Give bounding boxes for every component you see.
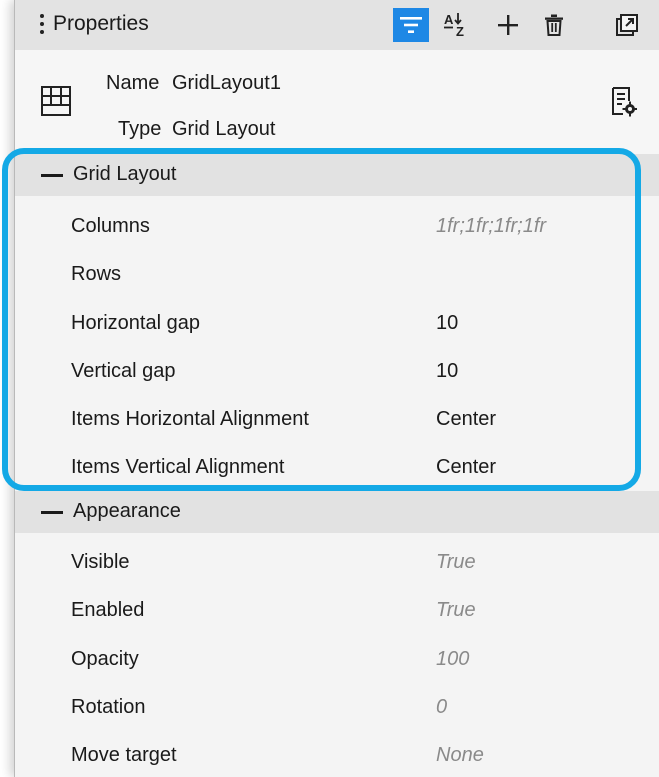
section-header-appearance[interactable]: Appearance	[15, 491, 659, 533]
add-button[interactable]	[490, 8, 526, 42]
property-name: Opacity	[71, 648, 139, 670]
property-row-items-horizontal-alignment[interactable]: Items Horizontal Alignment Center	[15, 395, 659, 443]
property-value[interactable]: Center	[436, 408, 496, 431]
collapse-icon	[41, 174, 63, 177]
property-name: Enabled	[71, 599, 145, 621]
property-value[interactable]: 10	[436, 360, 458, 383]
collapse-icon	[41, 511, 63, 514]
trash-icon	[545, 14, 563, 36]
component-info: Name GridLayout1 Type Grid Layout	[15, 50, 659, 154]
properties-panel: Properties A Z Name GridLayout1 Type Gri…	[14, 0, 659, 777]
property-row-vertical-gap[interactable]: Vertical gap 10	[15, 347, 659, 395]
type-value: Grid Layout	[172, 118, 276, 140]
sort-az-icon: A Z	[444, 12, 464, 39]
section-title: Grid Layout	[73, 163, 177, 185]
property-row-visible[interactable]: Visible True	[15, 538, 659, 586]
property-value[interactable]: 100	[436, 648, 469, 671]
grid-layout-icon	[41, 86, 71, 116]
property-name: Move target	[71, 744, 177, 766]
property-row-rotation[interactable]: Rotation 0	[15, 683, 659, 731]
property-value[interactable]: 10	[436, 312, 458, 335]
plus-icon	[498, 15, 518, 35]
property-row-rows[interactable]: Rows	[15, 250, 659, 298]
popout-button[interactable]	[609, 8, 645, 42]
property-name: Items Horizontal Alignment	[71, 408, 309, 430]
property-value[interactable]: True	[436, 599, 476, 622]
section-title: Appearance	[73, 500, 181, 522]
property-row-horizontal-gap[interactable]: Horizontal gap 10	[15, 299, 659, 347]
property-row-move-target[interactable]: Move target None	[15, 731, 659, 777]
property-name: Rotation	[71, 696, 146, 718]
settings-document-icon[interactable]	[611, 87, 637, 117]
property-value[interactable]: Center	[436, 456, 496, 479]
property-row-columns[interactable]: Columns 1fr;1fr;1fr;1fr	[15, 202, 659, 250]
panel-title-bar: Properties A Z	[15, 0, 659, 51]
drag-grip-icon[interactable]	[39, 14, 45, 34]
name-value: GridLayout1	[172, 72, 281, 94]
property-value[interactable]: 0	[436, 696, 447, 719]
popout-icon	[616, 14, 638, 36]
property-name: Horizontal gap	[71, 312, 200, 334]
svg-text:A: A	[444, 12, 454, 27]
property-value[interactable]: 1fr;1fr;1fr;1fr	[436, 215, 546, 238]
sort-alphabetical-button[interactable]: A Z	[439, 8, 475, 42]
property-name: Visible	[71, 551, 130, 573]
property-name: Items Vertical Alignment	[71, 456, 285, 478]
property-row-items-vertical-alignment[interactable]: Items Vertical Alignment Center	[15, 443, 659, 491]
section-header-grid-layout[interactable]: Grid Layout	[15, 154, 659, 196]
property-value[interactable]: None	[436, 744, 484, 767]
svg-text:Z: Z	[456, 24, 464, 39]
property-row-enabled[interactable]: Enabled True	[15, 586, 659, 634]
panel-title: Properties	[53, 12, 149, 35]
name-label: Name	[106, 72, 160, 94]
property-name: Vertical gap	[71, 360, 176, 382]
categorized-view-button[interactable]	[393, 8, 429, 42]
property-value[interactable]: True	[436, 551, 476, 574]
type-label: Type	[118, 118, 162, 140]
property-name: Columns	[71, 215, 150, 237]
delete-button[interactable]	[536, 8, 572, 42]
property-row-opacity[interactable]: Opacity 100	[15, 635, 659, 683]
list-filter-icon	[400, 17, 422, 33]
property-name: Rows	[71, 263, 122, 285]
